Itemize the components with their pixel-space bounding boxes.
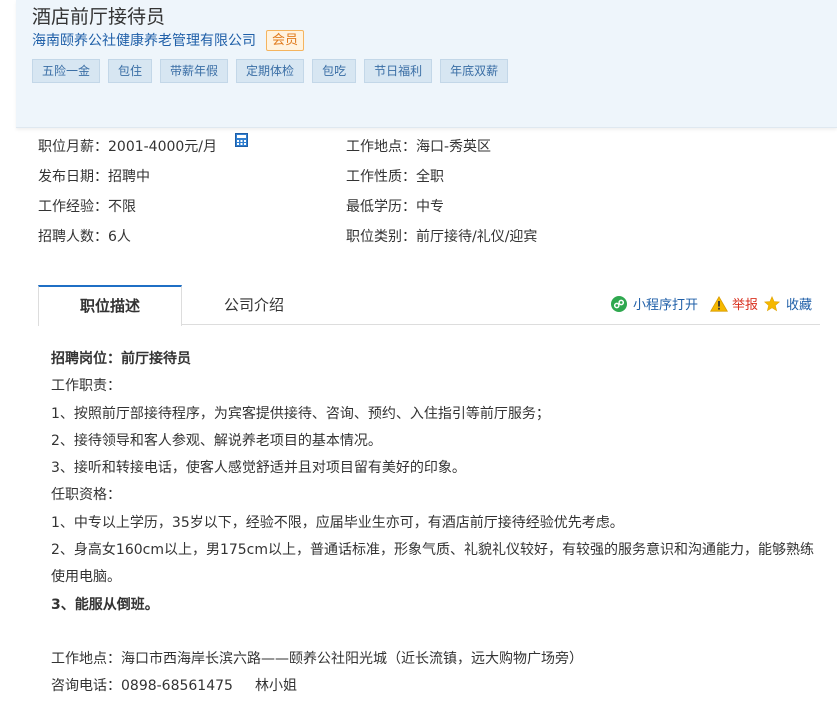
company-row: 海南颐养公社健康养老管理有限公司 会员: [32, 29, 305, 51]
post-title: 招聘岗位：前厅接待员: [51, 351, 191, 367]
qualification-item: 1、中专以上学历，35岁以下，经验不限，应届毕业生亦可，有酒店前厅接待经验优先考…: [51, 514, 624, 531]
tab-job-description[interactable]: 职位描述: [38, 285, 182, 326]
location-value: 海口-秀英区: [416, 139, 492, 155]
salary-label: 职位月薪：: [38, 139, 108, 155]
qualification-item: 3、能服从倒班。: [51, 596, 159, 613]
nature-row: 工作性质：全职: [346, 162, 444, 192]
benefit-tag: 定期体检: [236, 59, 305, 83]
publish-row: 发布日期：招聘中: [38, 162, 150, 192]
favorite-label: 收藏: [785, 298, 812, 313]
headcount-label: 招聘人数：: [38, 229, 108, 245]
job-header: 酒店前厅接待员 海南颐养公社健康养老管理有限公司 会员 五险一金 包住 带薪年假…: [16, 0, 837, 128]
contact-phone: 咨询电话：0898-68561475: [51, 678, 233, 695]
experience-row: 工作经验：不限: [38, 192, 136, 222]
qualification-title: 任职资格：: [51, 487, 121, 504]
experience-value: 不限: [108, 199, 136, 215]
contact-name: 林小姐: [254, 678, 297, 695]
tab-company-intro[interactable]: 公司介绍: [182, 285, 326, 325]
mini-program-icon: [610, 295, 627, 312]
headcount-row: 招聘人数：6人: [38, 222, 131, 252]
duty-item: 2、接待领导和客人参观、解说养老项目的基本情况。: [51, 432, 382, 449]
duty-item: 1、按照前厅部接待程序，为宾客提供接待、咨询、预约、入住指引等前厅服务；: [51, 405, 550, 422]
tab-actions: 小程序打开 举报 收藏: [610, 294, 812, 313]
job-description: 招聘岗位：前厅接待员 工作职责： 1、按照前厅部接待程序，为宾客提供接待、咨询、…: [51, 346, 821, 701]
experience-label: 工作经验：: [38, 199, 108, 215]
warning-icon: [709, 295, 728, 312]
category-value: 前厅接待/礼仪/迎宾: [416, 229, 538, 245]
contact-row: 咨询电话：0898-68561475 林小姐: [51, 673, 821, 700]
report-button[interactable]: 举报: [709, 294, 758, 313]
favorite-button[interactable]: 收藏: [763, 294, 812, 313]
job-title: 酒店前厅接待员: [32, 6, 166, 28]
education-row: 最低学历：中专: [346, 192, 444, 222]
category-label: 职位类别：: [346, 229, 416, 245]
mini-program-label: 小程序打开: [632, 298, 698, 313]
headcount-value: 6人: [108, 229, 131, 245]
education-value: 中专: [416, 199, 444, 215]
location-row: 工作地点：海口-秀英区: [346, 132, 491, 162]
benefit-tag: 节日福利: [364, 59, 433, 83]
category-row: 职位类别：前厅接待/礼仪/迎宾: [346, 222, 537, 252]
company-link[interactable]: 海南颐养公社健康养老管理有限公司: [32, 30, 256, 50]
benefit-tag: 年底双薪: [440, 59, 509, 83]
publish-value: 招聘中: [108, 169, 150, 185]
publish-label: 发布日期：: [38, 169, 108, 185]
qualification-item: 2、身高女160cm以上，男175cm以上，普通话标准，形象气质、礼貌礼仪较好，…: [51, 542, 815, 586]
benefit-tags: 五险一金 包住 带薪年假 定期体检 包吃 节日福利 年底双薪: [32, 59, 509, 83]
location-label: 工作地点：: [346, 139, 416, 155]
salary-value: 2001-4000元/月: [108, 139, 218, 155]
nature-label: 工作性质：: [346, 169, 416, 185]
report-label: 举报: [731, 298, 758, 313]
benefit-tag: 五险一金: [32, 59, 101, 83]
benefit-tag: 包住: [108, 59, 153, 83]
duty-item: 3、接听和转接电话，使客人感觉舒适并且对项目留有美好的印象。: [51, 460, 466, 477]
calculator-icon[interactable]: [235, 128, 249, 147]
work-address: 工作地点：海口市西海岸长滨六路——颐养公社阳光城（近长流镇，远大购物广场旁）: [51, 650, 583, 667]
nature-value: 全职: [416, 169, 444, 185]
detail-tabs: 职位描述 公司介绍 小程序打开 举报 收藏: [38, 285, 820, 326]
star-icon: [763, 295, 780, 312]
education-label: 最低学历：: [346, 199, 416, 215]
benefit-tag: 带薪年假: [160, 59, 229, 83]
mini-program-button[interactable]: 小程序打开: [610, 294, 698, 313]
member-badge: 会员: [266, 29, 305, 51]
salary-row: 职位月薪：2001-4000元/月: [38, 132, 249, 162]
benefit-tag: 包吃: [312, 59, 357, 83]
duties-title: 工作职责：: [51, 378, 121, 395]
